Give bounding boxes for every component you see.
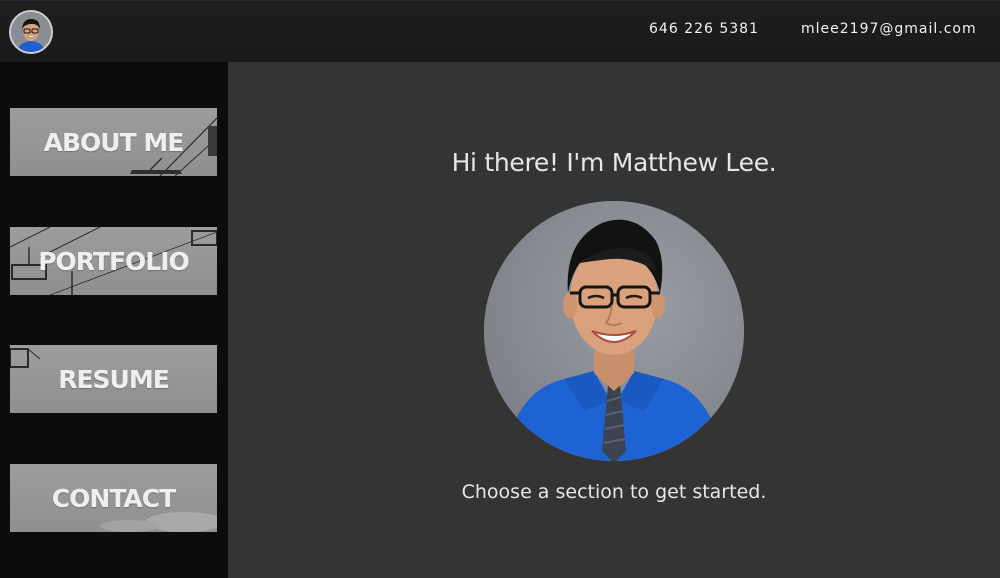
page-title: Hi there! I'm Matthew Lee. [451, 148, 777, 177]
sidebar-item-label: CONTACT [51, 483, 176, 513]
main-content: Hi there! I'm Matthew Lee. Choose a sect… [228, 62, 1000, 578]
sidebar-item-portfolio[interactable]: PORTFOLIO [10, 227, 217, 295]
sidebar-nav: ABOUT ME PORTFOLIO RESUME CONTACT [0, 62, 228, 578]
phone-number[interactable]: 646 226 5381 [649, 21, 759, 37]
sidebar-item-contact[interactable]: CONTACT [10, 464, 217, 532]
portrait-photo [484, 201, 744, 461]
sidebar-item-label: PORTFOLIO [38, 246, 190, 276]
email-address[interactable]: mlee2197@gmail.com [801, 21, 977, 37]
call-to-action-text: Choose a section to get started. [461, 481, 767, 503]
avatar-image [11, 12, 51, 52]
page: 646 226 5381 mlee2197@gmail.com ABOUT ME [0, 0, 1000, 578]
sidebar-item-resume[interactable]: RESUME [10, 345, 217, 413]
header-bar: 646 226 5381 mlee2197@gmail.com [0, 0, 1000, 62]
sidebar-item-label: RESUME [58, 364, 170, 394]
profile-avatar-icon[interactable] [9, 10, 53, 54]
sidebar-item-about-me[interactable]: ABOUT ME [10, 108, 217, 176]
sidebar-item-label: ABOUT ME [43, 127, 185, 157]
portrait-image [484, 201, 744, 461]
